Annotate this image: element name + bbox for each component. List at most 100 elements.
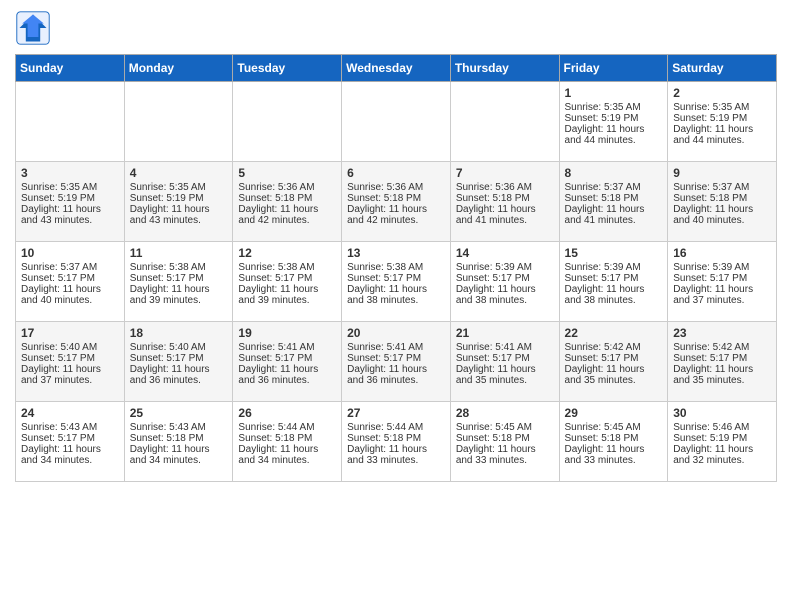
sunset: Sunset: 5:18 PM xyxy=(238,433,312,444)
sunset: Sunset: 5:17 PM xyxy=(238,273,312,284)
sunset: Sunset: 5:19 PM xyxy=(673,433,747,444)
calendar-cell: 28Sunrise: 5:45 AMSunset: 5:18 PMDayligh… xyxy=(450,402,559,482)
calendar-cell: 6Sunrise: 5:36 AMSunset: 5:18 PMDaylight… xyxy=(342,162,451,242)
day-number: 23 xyxy=(673,326,771,340)
daylight: Daylight: 11 hours and 40 minutes. xyxy=(673,204,753,226)
daylight: Daylight: 11 hours and 37 minutes. xyxy=(21,364,101,386)
calendar-cell: 23 Sunrise: 5:42 AMSunset: 5:17 PMDayligh… xyxy=(668,322,777,402)
day-number: 24 xyxy=(21,406,119,420)
day-number: 25 xyxy=(130,406,228,420)
day-number: 21 xyxy=(456,326,554,340)
header-sunday: Sunday xyxy=(16,55,125,82)
daylight: Daylight: 11 hours and 41 minutes. xyxy=(456,204,536,226)
sunset: Sunset: 5:17 PM xyxy=(673,273,747,284)
calendar-cell: 7Sunrise: 5:36 AMSunset: 5:18 PMDaylight… xyxy=(450,162,559,242)
day-number: 30 xyxy=(673,406,771,420)
daylight: Daylight: 11 hours and 43 minutes. xyxy=(21,204,101,226)
day-number: 17 xyxy=(21,326,119,340)
sunrise: Sunrise: 5:40 AM xyxy=(21,342,97,353)
sunset: Sunset: 5:17 PM xyxy=(565,353,639,364)
header-saturday: Saturday xyxy=(668,55,777,82)
day-number: 28 xyxy=(456,406,554,420)
calendar-cell: 12Sunrise: 5:38 AMSunset: 5:17 PMDayligh… xyxy=(233,242,342,322)
week-row-3: 10Sunrise: 5:37 AMSunset: 5:17 PMDayligh… xyxy=(16,242,777,322)
day-number: 2 xyxy=(673,86,771,100)
calendar-cell: 2Sunrise: 5:35 AMSunset: 5:19 PMDaylight… xyxy=(668,82,777,162)
day-number: 15 xyxy=(565,246,663,260)
day-number: 10 xyxy=(21,246,119,260)
calendar-cell: 13Sunrise: 5:38 AMSunset: 5:17 PMDayligh… xyxy=(342,242,451,322)
daylight: Daylight: 11 hours and 38 minutes. xyxy=(456,284,536,306)
sunrise: Sunrise: 5:38 AM xyxy=(238,262,314,273)
sunset: Sunset: 5:17 PM xyxy=(347,273,421,284)
calendar-cell: 17Sunrise: 5:40 AMSunset: 5:17 PMDayligh… xyxy=(16,322,125,402)
sunrise: Sunrise: 5:45 AM xyxy=(565,422,641,433)
calendar-cell: 24Sunrise: 5:43 AMSunset: 5:17 PMDayligh… xyxy=(16,402,125,482)
daylight: Daylight: 11 hours and 43 minutes. xyxy=(130,204,210,226)
calendar-table: SundayMondayTuesdayWednesdayThursdayFrid… xyxy=(15,54,777,482)
calendar-cell: 20Sunrise: 5:41 AMSunset: 5:17 PMDayligh… xyxy=(342,322,451,402)
sunrise: Sunrise: 5:44 AM xyxy=(238,422,314,433)
day-number: 27 xyxy=(347,406,445,420)
daylight: Daylight: 11 hours and 36 minutes. xyxy=(347,364,427,386)
sunset: Sunset: 5:17 PM xyxy=(21,273,95,284)
week-row-4: 17Sunrise: 5:40 AMSunset: 5:17 PMDayligh… xyxy=(16,322,777,402)
header-friday: Friday xyxy=(559,55,668,82)
sunset: Sunset: 5:17 PM xyxy=(456,353,530,364)
sunset: Sunset: 5:17 PM xyxy=(130,273,204,284)
calendar-cell: 5Sunrise: 5:36 AMSunset: 5:18 PMDaylight… xyxy=(233,162,342,242)
calendar-cell: 22Sunrise: 5:42 AMSunset: 5:17 PMDayligh… xyxy=(559,322,668,402)
day-number: 26 xyxy=(238,406,336,420)
day-number: 4 xyxy=(130,166,228,180)
sunrise: Sunrise: 5:42 AM xyxy=(673,342,749,353)
daylight: Daylight: 11 hours and 35 minutes. xyxy=(565,364,645,386)
daylight: Daylight: 11 hours and 33 minutes. xyxy=(347,444,427,466)
calendar-cell: 18Sunrise: 5:40 AMSunset: 5:17 PMDayligh… xyxy=(124,322,233,402)
sunrise: Sunrise: 5:41 AM xyxy=(347,342,423,353)
calendar-cell: 15Sunrise: 5:39 AMSunset: 5:17 PMDayligh… xyxy=(559,242,668,322)
daylight: Daylight: 11 hours and 35 minutes. xyxy=(673,364,753,386)
daylight: Daylight: 11 hours and 38 minutes. xyxy=(565,284,645,306)
sunrise: Sunrise: 5:42 AM xyxy=(565,342,641,353)
calendar-cell: 26Sunrise: 5:44 AMSunset: 5:18 PMDayligh… xyxy=(233,402,342,482)
sunset: Sunset: 5:17 PM xyxy=(673,353,747,364)
calendar-cell: 9Sunrise: 5:37 AMSunset: 5:18 PMDaylight… xyxy=(668,162,777,242)
sunrise: Sunrise: 5:39 AM xyxy=(565,262,641,273)
sunset: Sunset: 5:19 PM xyxy=(130,193,204,204)
sunrise: Sunrise: 5:40 AM xyxy=(130,342,206,353)
daylight: Daylight: 11 hours and 32 minutes. xyxy=(673,444,753,466)
day-number: 11 xyxy=(130,246,228,260)
daylight: Daylight: 11 hours and 35 minutes. xyxy=(456,364,536,386)
week-row-1: 1Sunrise: 5:35 AMSunset: 5:19 PMDaylight… xyxy=(16,82,777,162)
sunset: Sunset: 5:17 PM xyxy=(130,353,204,364)
sunset: Sunset: 5:17 PM xyxy=(21,433,95,444)
sunrise: Sunrise: 5:37 AM xyxy=(565,182,641,193)
sunset: Sunset: 5:19 PM xyxy=(21,193,95,204)
day-number: 8 xyxy=(565,166,663,180)
day-number: 19 xyxy=(238,326,336,340)
sunrise: Sunrise: 5:35 AM xyxy=(565,102,641,113)
calendar-cell: 11Sunrise: 5:38 AMSunset: 5:17 PMDayligh… xyxy=(124,242,233,322)
sunrise: Sunrise: 5:41 AM xyxy=(238,342,314,353)
daylight: Daylight: 11 hours and 39 minutes. xyxy=(238,284,318,306)
sunrise: Sunrise: 5:36 AM xyxy=(238,182,314,193)
day-number: 14 xyxy=(456,246,554,260)
daylight: Daylight: 11 hours and 42 minutes. xyxy=(238,204,318,226)
week-row-2: 3Sunrise: 5:35 AMSunset: 5:19 PMDaylight… xyxy=(16,162,777,242)
daylight: Daylight: 11 hours and 41 minutes. xyxy=(565,204,645,226)
calendar-cell xyxy=(124,82,233,162)
header-tuesday: Tuesday xyxy=(233,55,342,82)
sunset: Sunset: 5:18 PM xyxy=(130,433,204,444)
logo xyxy=(15,10,55,46)
sunset: Sunset: 5:18 PM xyxy=(347,433,421,444)
sunset: Sunset: 5:18 PM xyxy=(673,193,747,204)
day-number: 29 xyxy=(565,406,663,420)
day-number: 1 xyxy=(565,86,663,100)
sunrise: Sunrise: 5:39 AM xyxy=(456,262,532,273)
sunset: Sunset: 5:19 PM xyxy=(673,113,747,124)
sunrise: Sunrise: 5:36 AM xyxy=(456,182,532,193)
sunset: Sunset: 5:17 PM xyxy=(347,353,421,364)
day-number: 16 xyxy=(673,246,771,260)
daylight: Daylight: 11 hours and 34 minutes. xyxy=(130,444,210,466)
calendar-cell: 16Sunrise: 5:39 AMSunset: 5:17 PMDayligh… xyxy=(668,242,777,322)
